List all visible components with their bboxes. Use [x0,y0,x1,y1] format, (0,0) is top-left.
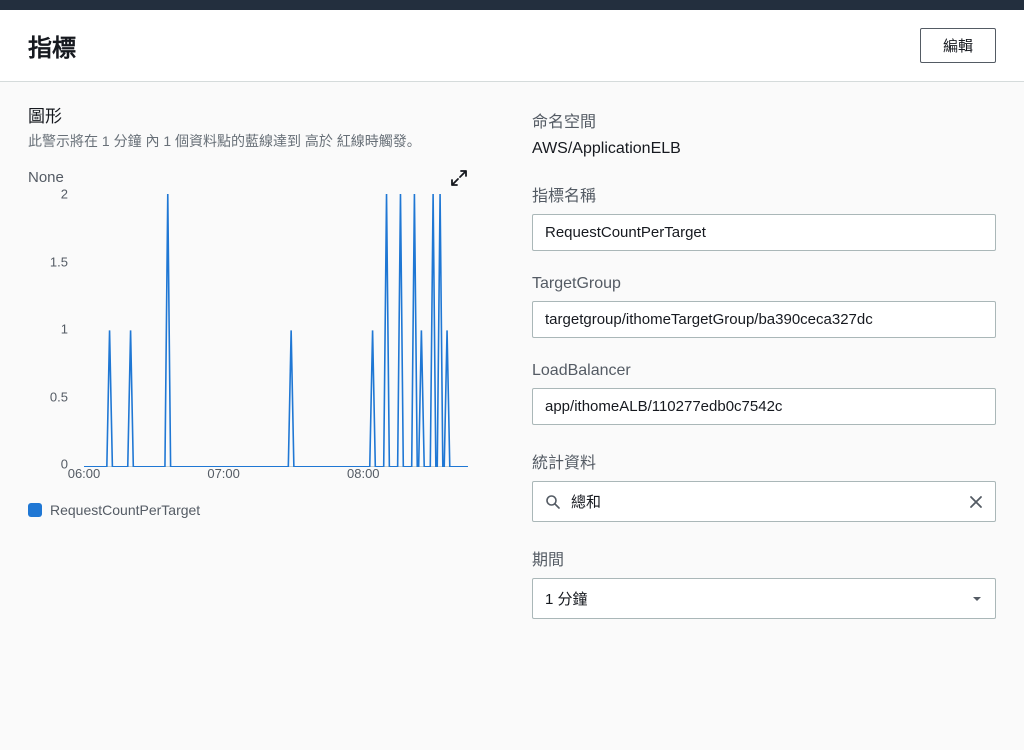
edit-button[interactable]: 編輯 [920,28,996,63]
page-header: 指標 編輯 [0,10,1024,82]
x-tick: 06:00 [68,466,101,481]
top-nav-bar [0,0,1024,10]
statistic-label: 統計資料 [532,449,996,473]
graph-section-label: 圖形 [28,102,468,127]
chart-plot [84,194,468,467]
chart-x-axis: 06:0007:0008:00 [84,464,468,484]
period-label: 期間 [532,546,996,570]
y-tick: 0.5 [50,389,68,404]
caret-down-icon [971,593,983,605]
clear-icon[interactable] [969,495,983,509]
target-group-input[interactable]: targetgroup/ithomeTargetGroup/ba390ceca3… [532,301,996,338]
x-tick: 08:00 [347,466,380,481]
metric-name-value: RequestCountPerTarget [545,224,706,241]
period-select[interactable]: 1 分鐘 [532,578,996,619]
namespace-value: AWS/ApplicationELB [532,140,996,158]
legend-swatch [28,503,42,517]
target-group-value: targetgroup/ithomeTargetGroup/ba390ceca3… [545,311,873,328]
metric-name-label: 指標名稱 [532,182,996,206]
chart-y-axis: 00.511.52 [28,194,76,464]
chart-legend: RequestCountPerTarget [28,502,468,518]
expand-icon[interactable] [450,169,468,192]
period-value: 1 分鐘 [545,588,588,609]
load-balancer-value: app/ithomeALB/110277edb0c7542c [545,398,782,415]
metric-name-input[interactable]: RequestCountPerTarget [532,214,996,251]
chart-area: 00.511.52 06:0007:0008:00 [28,194,468,484]
chart-container: None 00.511.52 06:0007:0008:00 RequestCo… [28,169,468,518]
search-icon [545,494,561,510]
statistic-value: 總和 [571,491,601,512]
chart-title: None [28,169,468,186]
legend-label: RequestCountPerTarget [50,502,200,518]
y-tick: 1.5 [50,254,68,269]
target-group-label: TargetGroup [532,275,996,293]
load-balancer-label: LoadBalancer [532,362,996,380]
y-tick: 2 [61,187,68,202]
graph-section-desc: 此警示將在 1 分鐘 內 1 個資料點的藍線達到 高於 紅線時觸發。 [28,131,468,151]
statistic-combobox[interactable]: 總和 [532,481,996,522]
y-tick: 1 [61,322,68,337]
x-tick: 07:00 [207,466,240,481]
namespace-label: 命名空間 [532,108,996,132]
page-title: 指標 [28,28,76,63]
load-balancer-input[interactable]: app/ithomeALB/110277edb0c7542c [532,388,996,425]
